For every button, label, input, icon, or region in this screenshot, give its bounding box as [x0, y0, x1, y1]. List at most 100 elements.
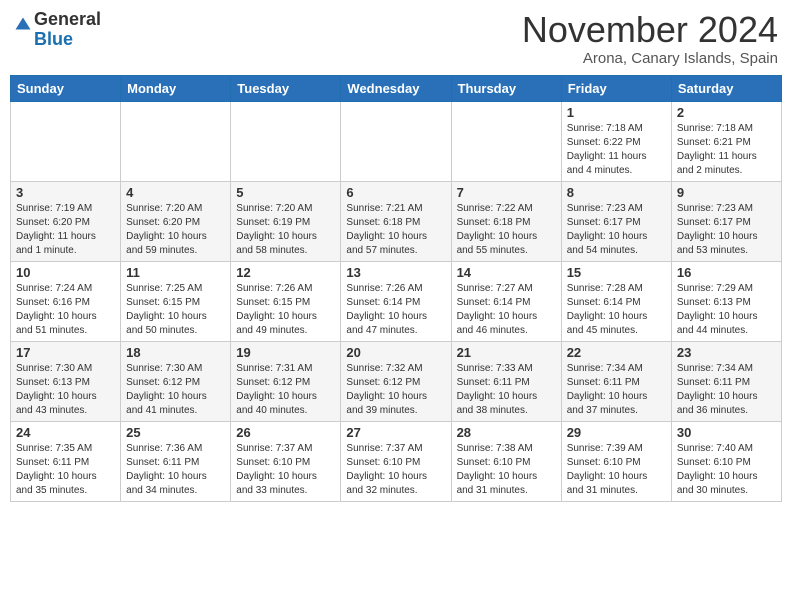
day-number: 23 [677, 345, 776, 360]
day-cell: 18Sunrise: 7:30 AM Sunset: 6:12 PM Dayli… [121, 341, 231, 421]
weekday-header-sunday: Sunday [11, 75, 121, 101]
day-info: Sunrise: 7:34 AM Sunset: 6:11 PM Dayligh… [677, 362, 776, 418]
day-number: 22 [567, 345, 666, 360]
day-number: 19 [236, 345, 335, 360]
logo-icon [14, 16, 32, 34]
day-cell: 13 Sunrise: 7:26 AM Sunset: 6:14 PM Dayli… [341, 261, 451, 341]
day-info: Sunrise: 7:27 AM Sunset: 6:14 PM Dayligh… [457, 282, 556, 338]
day-number: 21 [457, 345, 556, 360]
day-info: Sunrise: 7:23 AM Sunset: 6:17 PM Dayligh… [677, 202, 776, 258]
day-info: Sunrise: 7:26 AM Sunset: 6:14 PM Dayligh… [346, 282, 445, 338]
logo-blue-text: Blue [34, 29, 73, 49]
day-cell: 21 Sunrise: 7:33 AM Sunset: 6:11 PM Dayli… [451, 341, 561, 421]
day-number: 8 [567, 185, 666, 200]
day-info: Sunrise: 7:39 AM Sunset: 6:10 PM Dayligh… [567, 442, 666, 498]
day-cell: 25 Sunrise: 7:36 AM Sunset: 6:11 PM Dayli… [121, 421, 231, 501]
day-number: 11 [126, 265, 225, 280]
day-number: 26 [236, 425, 335, 440]
day-number: 28 [457, 425, 556, 440]
day-cell: 23 Sunrise: 7:34 AM Sunset: 6:11 PM Dayli… [671, 341, 781, 421]
day-number: 17 [16, 345, 115, 360]
day-number: 25 [126, 425, 225, 440]
week-row-3: 10Sunrise: 7:24 AM Sunset: 6:16 PM Dayli… [11, 261, 782, 341]
day-info: Sunrise: 7:38 AM Sunset: 6:10 PM Dayligh… [457, 442, 556, 498]
day-number: 20 [346, 345, 445, 360]
title-block: November 2024 Arona, Canary Islands, Spa… [522, 10, 778, 67]
day-info: Sunrise: 7:22 AM Sunset: 6:18 PM Dayligh… [457, 202, 556, 258]
day-number: 15 [567, 265, 666, 280]
day-info: Sunrise: 7:19 AM Sunset: 6:20 PM Dayligh… [16, 202, 115, 258]
weekday-header-row: SundayMondayTuesdayWednesdayThursdayFrid… [11, 75, 782, 101]
day-cell: 9 Sunrise: 7:23 AM Sunset: 6:17 PM Daylig… [671, 181, 781, 261]
week-row-1: 1 Sunrise: 7:18 AM Sunset: 6:22 PM Daylig… [11, 101, 782, 181]
day-cell: 22Sunrise: 7:34 AM Sunset: 6:11 PM Dayli… [561, 341, 671, 421]
day-info: Sunrise: 7:32 AM Sunset: 6:12 PM Dayligh… [346, 362, 445, 418]
day-cell: 26 Sunrise: 7:37 AM Sunset: 6:10 PM Dayli… [231, 421, 341, 501]
day-cell: 12Sunrise: 7:26 AM Sunset: 6:15 PM Dayli… [231, 261, 341, 341]
weekday-header-tuesday: Tuesday [231, 75, 341, 101]
day-info: Sunrise: 7:18 AM Sunset: 6:22 PM Dayligh… [567, 122, 666, 178]
day-cell: 16 Sunrise: 7:29 AM Sunset: 6:13 PM Dayli… [671, 261, 781, 341]
day-number: 30 [677, 425, 776, 440]
location-subtitle: Arona, Canary Islands, Spain [522, 50, 778, 67]
day-number: 2 [677, 105, 776, 120]
calendar-table: SundayMondayTuesdayWednesdayThursdayFrid… [10, 75, 782, 502]
day-info: Sunrise: 7:37 AM Sunset: 6:10 PM Dayligh… [236, 442, 335, 498]
day-number: 13 [346, 265, 445, 280]
day-info: Sunrise: 7:30 AM Sunset: 6:13 PM Dayligh… [16, 362, 115, 418]
day-cell: 6 Sunrise: 7:21 AM Sunset: 6:18 PM Daylig… [341, 181, 451, 261]
day-number: 7 [457, 185, 556, 200]
day-number: 6 [346, 185, 445, 200]
day-info: Sunrise: 7:23 AM Sunset: 6:17 PM Dayligh… [567, 202, 666, 258]
day-info: Sunrise: 7:21 AM Sunset: 6:18 PM Dayligh… [346, 202, 445, 258]
day-number: 16 [677, 265, 776, 280]
day-cell: 28 Sunrise: 7:38 AM Sunset: 6:10 PM Dayli… [451, 421, 561, 501]
day-cell: 15 Sunrise: 7:28 AM Sunset: 6:14 PM Dayli… [561, 261, 671, 341]
day-number: 5 [236, 185, 335, 200]
day-cell: 24 Sunrise: 7:35 AM Sunset: 6:11 PM Dayli… [11, 421, 121, 501]
day-cell: 4 Sunrise: 7:20 AM Sunset: 6:20 PM Daylig… [121, 181, 231, 261]
day-cell: 2Sunrise: 7:18 AM Sunset: 6:21 PM Daylig… [671, 101, 781, 181]
day-info: Sunrise: 7:28 AM Sunset: 6:14 PM Dayligh… [567, 282, 666, 338]
day-cell [451, 101, 561, 181]
day-info: Sunrise: 7:40 AM Sunset: 6:10 PM Dayligh… [677, 442, 776, 498]
day-number: 1 [567, 105, 666, 120]
day-cell: 14 Sunrise: 7:27 AM Sunset: 6:14 PM Dayli… [451, 261, 561, 341]
weekday-header-friday: Friday [561, 75, 671, 101]
day-info: Sunrise: 7:25 AM Sunset: 6:15 PM Dayligh… [126, 282, 225, 338]
day-info: Sunrise: 7:29 AM Sunset: 6:13 PM Dayligh… [677, 282, 776, 338]
day-cell: 29Sunrise: 7:39 AM Sunset: 6:10 PM Dayli… [561, 421, 671, 501]
day-cell: 3 Sunrise: 7:19 AM Sunset: 6:20 PM Daylig… [11, 181, 121, 261]
day-cell [231, 101, 341, 181]
page-header: General Blue November 2024 Arona, Canary… [10, 10, 782, 67]
day-cell: 30 Sunrise: 7:40 AM Sunset: 6:10 PM Dayli… [671, 421, 781, 501]
day-cell: 1 Sunrise: 7:18 AM Sunset: 6:22 PM Daylig… [561, 101, 671, 181]
day-cell: 7 Sunrise: 7:22 AM Sunset: 6:18 PM Daylig… [451, 181, 561, 261]
day-info: Sunrise: 7:36 AM Sunset: 6:11 PM Dayligh… [126, 442, 225, 498]
day-number: 14 [457, 265, 556, 280]
day-number: 3 [16, 185, 115, 200]
day-number: 27 [346, 425, 445, 440]
week-row-2: 3 Sunrise: 7:19 AM Sunset: 6:20 PM Daylig… [11, 181, 782, 261]
week-row-4: 17 Sunrise: 7:30 AM Sunset: 6:13 PM Dayli… [11, 341, 782, 421]
day-info: Sunrise: 7:20 AM Sunset: 6:20 PM Dayligh… [126, 202, 225, 258]
day-cell: 10Sunrise: 7:24 AM Sunset: 6:16 PM Dayli… [11, 261, 121, 341]
weekday-header-wednesday: Wednesday [341, 75, 451, 101]
weekday-header-monday: Monday [121, 75, 231, 101]
day-cell: 8 Sunrise: 7:23 AM Sunset: 6:17 PM Daylig… [561, 181, 671, 261]
month-title: November 2024 [522, 10, 778, 50]
day-cell [341, 101, 451, 181]
day-cell: 17 Sunrise: 7:30 AM Sunset: 6:13 PM Dayli… [11, 341, 121, 421]
day-info: Sunrise: 7:33 AM Sunset: 6:11 PM Dayligh… [457, 362, 556, 418]
day-number: 12 [236, 265, 335, 280]
day-number: 4 [126, 185, 225, 200]
day-cell [11, 101, 121, 181]
day-info: Sunrise: 7:20 AM Sunset: 6:19 PM Dayligh… [236, 202, 335, 258]
day-number: 24 [16, 425, 115, 440]
day-number: 9 [677, 185, 776, 200]
day-cell: 19Sunrise: 7:31 AM Sunset: 6:12 PM Dayli… [231, 341, 341, 421]
day-info: Sunrise: 7:35 AM Sunset: 6:11 PM Dayligh… [16, 442, 115, 498]
day-cell: 5 Sunrise: 7:20 AM Sunset: 6:19 PM Daylig… [231, 181, 341, 261]
week-row-5: 24 Sunrise: 7:35 AM Sunset: 6:11 PM Dayli… [11, 421, 782, 501]
logo: General Blue [14, 10, 101, 50]
